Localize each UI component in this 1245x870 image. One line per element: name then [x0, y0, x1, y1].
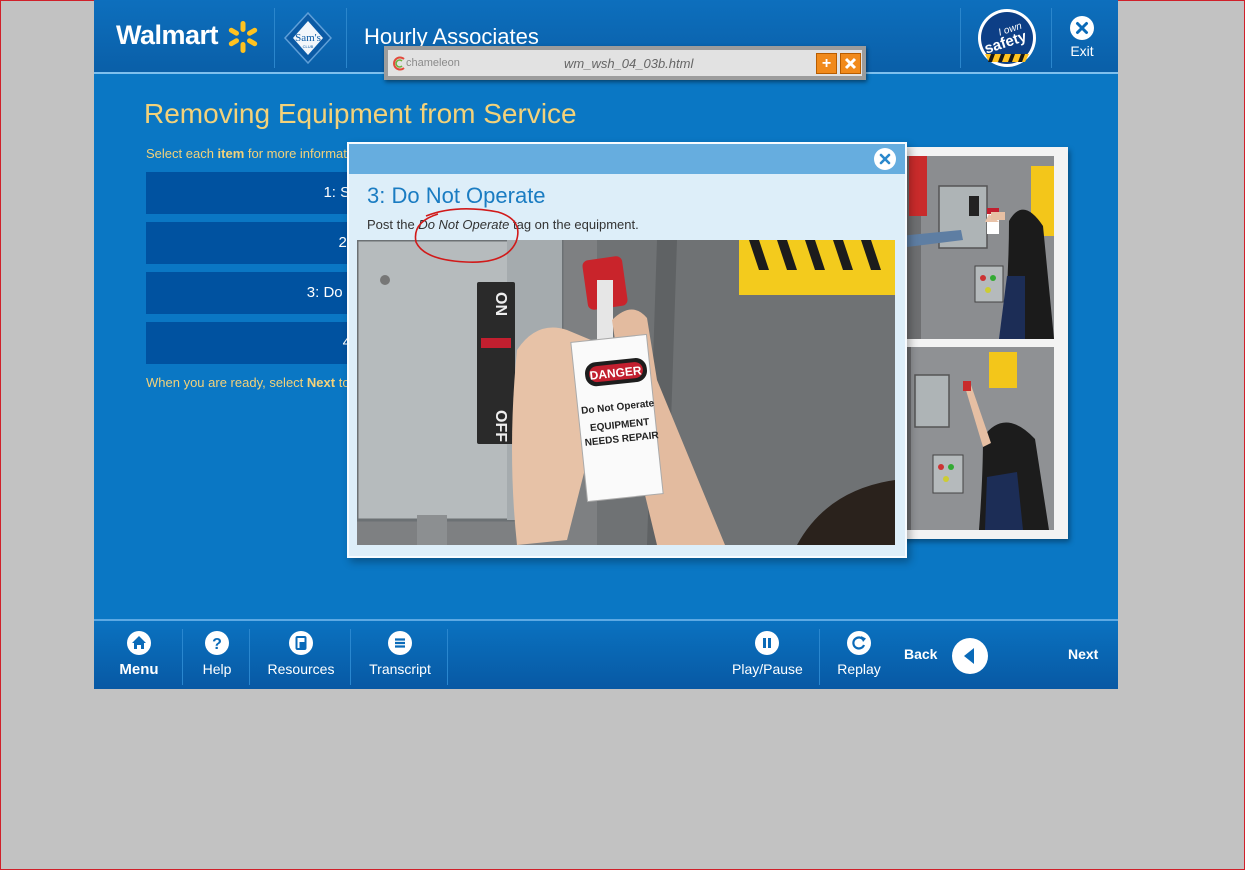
instruction-text: Select each item for more informat — [146, 146, 347, 161]
next-button[interactable]: Next — [1068, 646, 1098, 662]
chameleon-close-button[interactable] — [840, 53, 861, 74]
svg-text:?: ? — [212, 636, 222, 653]
pause-icon — [755, 631, 779, 655]
header-divider — [960, 8, 961, 68]
popup-title-bar — [349, 144, 905, 174]
footer-bar: Menu ? Help Resources Transcript Play/Pa… — [94, 619, 1118, 689]
replay-icon — [847, 631, 871, 655]
chameleon-logo-icon — [393, 56, 405, 71]
footer-divider — [350, 629, 351, 685]
menu-button[interactable]: Menu — [114, 631, 164, 678]
chameleon-expand-button[interactable]: + — [816, 53, 837, 74]
replay-button[interactable]: Replay — [834, 631, 884, 677]
sams-club-logo: Sam's CLUB — [284, 12, 332, 64]
next-label: Next — [1068, 646, 1099, 662]
menu-label: Menu — [119, 661, 159, 678]
transcript-icon — [388, 631, 412, 655]
photo-collage — [891, 147, 1068, 539]
back-arrow-icon[interactable] — [952, 638, 988, 674]
svg-text:CLUB: CLUB — [303, 44, 314, 49]
exit-button[interactable]: Exit — [1064, 16, 1100, 59]
popup-photo: ON OFF DANGER Do Not Operate EQUIPMENT N… — [357, 240, 895, 545]
detail-popup: 3: Do Not Operate Post the Do Not Operat… — [347, 142, 907, 558]
help-label: Help — [202, 661, 232, 677]
svg-text:ON: ON — [492, 292, 509, 316]
exit-label: Exit — [1070, 43, 1094, 59]
photo-pointing — [899, 156, 1054, 339]
footer-divider — [447, 629, 448, 685]
resources-label: Resources — [267, 661, 335, 677]
chameleon-toolbar[interactable]: chameleon wm_wsh_04_03b.html + — [384, 46, 866, 80]
walmart-logo: Walmart — [116, 20, 219, 50]
header-divider — [346, 8, 347, 68]
header-divider — [274, 8, 275, 68]
resources-icon — [289, 631, 313, 655]
play-pause-button[interactable]: Play/Pause — [732, 631, 803, 677]
photo-tagging — [899, 347, 1054, 530]
help-icon: ? — [205, 631, 229, 655]
plus-icon: + — [821, 55, 832, 72]
chameleon-filename: wm_wsh_04_03b.html — [564, 56, 694, 71]
transcript-button[interactable]: Transcript — [366, 631, 434, 677]
back-label-button[interactable]: Back — [904, 646, 937, 662]
replay-label: Replay — [837, 661, 881, 677]
footer-divider — [182, 629, 183, 685]
ready-text: When you are ready, select toNext to — [146, 375, 350, 390]
close-icon — [879, 153, 891, 165]
popup-description: Post the Do Not Operate tag on the equip… — [367, 217, 639, 232]
chameleon-toolbar-inner: chameleon wm_wsh_04_03b.html + — [388, 50, 862, 76]
svg-text:OFF: OFF — [492, 410, 509, 442]
x-icon — [844, 57, 857, 70]
transcript-label: Transcript — [369, 661, 431, 677]
home-icon — [127, 631, 151, 655]
resources-button[interactable]: Resources — [266, 631, 336, 677]
page-title: Removing Equipment from Service — [144, 98, 577, 129]
popup-title: 3: Do Not Operate — [367, 183, 546, 208]
footer-divider — [819, 629, 820, 685]
close-icon — [1070, 16, 1094, 40]
footer-divider — [249, 629, 250, 685]
play-pause-label: Play/Pause — [732, 661, 803, 677]
header-divider — [1051, 8, 1052, 68]
walmart-spark-icon — [228, 21, 258, 53]
help-button[interactable]: ? Help — [194, 631, 240, 677]
svg-text:Sam's: Sam's — [295, 32, 321, 44]
chameleon-logo: chameleon — [406, 57, 460, 69]
popup-close-button[interactable] — [874, 148, 896, 170]
i-own-safety-badge: I own safety — [978, 9, 1036, 67]
back-label: Back — [904, 646, 938, 662]
